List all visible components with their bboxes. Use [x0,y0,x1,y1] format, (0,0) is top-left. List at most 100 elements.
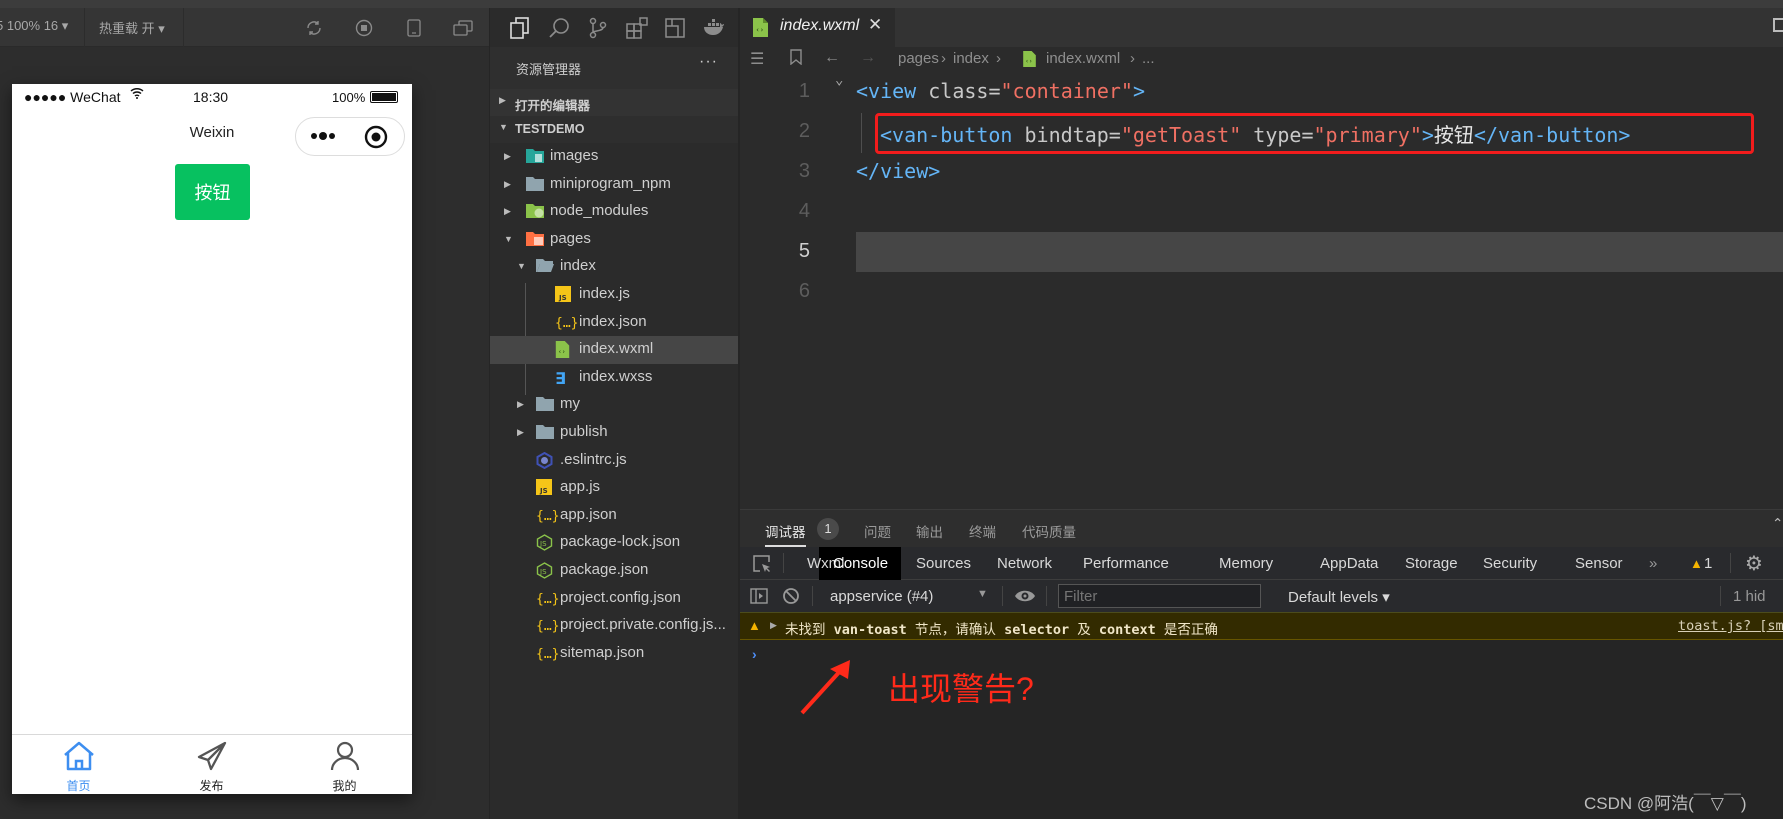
source-link[interactable]: toast.js? [sm [1678,618,1783,634]
tab-code-quality[interactable]: 代码质量 [1022,521,1076,541]
code-line[interactable]: 6 [740,272,1783,312]
tree-folder[interactable]: ▼ index [490,253,739,281]
back-arrow-icon[interactable]: ← [824,49,840,67]
tree-file[interactable]: ‹› index.wxml [490,336,739,364]
code-line[interactable]: 5 [740,232,1783,272]
collapsed-arrow-icon[interactable]: ▶ [504,151,511,162]
devtools-tab-console[interactable]: Console [833,555,888,572]
expand-arrow-icon[interactable]: ▶ [770,620,777,631]
forward-arrow-icon[interactable]: → [860,49,876,67]
breadcrumb-item[interactable]: index.wxml [1046,50,1120,67]
tab-problems[interactable]: 问题 [864,521,891,541]
tree-folder[interactable]: ▶ node_modules [490,198,739,226]
code-line[interactable]: 3 </view> [740,152,1783,192]
collapsed-arrow-icon[interactable]: ▶ [504,206,511,217]
clear-console-icon[interactable] [782,587,800,610]
stop-icon[interactable] [353,17,375,39]
filter-input[interactable] [1058,584,1261,608]
breadcrumb-item[interactable]: ... [1142,50,1155,67]
expanded-arrow-icon[interactable]: ▼ [504,234,513,244]
bookmark-icon[interactable] [790,49,802,70]
search-icon[interactable] [547,16,571,40]
code-lines[interactable]: 1 ⌄ <view class="container"> 2 <van-button b… [740,72,1783,312]
devtools-tab-storage[interactable]: Storage [1405,555,1458,572]
devtools-tab-sensor[interactable]: Sensor [1575,555,1623,572]
tree-folder[interactable]: ▶ publish [490,419,739,447]
pages-folder-icon [526,231,544,248]
split-editor-icon[interactable] [1773,18,1783,32]
collapsed-arrow-icon[interactable]: ▶ [504,179,511,190]
tree-file[interactable]: {…} index.json [490,309,739,337]
breadcrumb-item[interactable]: index [953,50,989,67]
settings-gear-icon[interactable]: ⚙ [1745,551,1763,576]
tree-file[interactable]: {…} project.config.json [490,585,739,613]
tree-file[interactable]: ∃ index.wxss [490,364,739,392]
tree-file[interactable]: JS package-lock.json [490,529,739,557]
collapsed-arrow-icon: ▶ [499,95,506,105]
console-prompt[interactable]: › [752,646,757,662]
console-warning-row[interactable]: ▲ ▶ 未找到 van-toast 节点，请确认 selector 及 cont… [740,613,1783,640]
more-actions-button[interactable]: ··· [699,53,718,71]
code-line[interactable]: 4 [740,192,1783,232]
section-project[interactable]: ▼ TESTDEMO [490,116,739,143]
collapsed-arrow-icon[interactable]: ▶ [517,399,524,410]
editor-tab-index-wxml[interactable]: ‹› index.wxml ✕ [740,8,895,47]
more-dots-icon[interactable] [308,128,338,149]
activity-bar [490,8,739,47]
devtools-tab-security[interactable]: Security [1483,555,1537,572]
tree-file[interactable]: JS index.js [490,281,739,309]
svg-text:‹›: ‹› [558,349,566,356]
layout-icon[interactable] [663,16,687,40]
wxml-file-icon: ‹› [1023,51,1036,72]
tree-folder[interactable]: ▼ pages [490,226,739,254]
collapsed-arrow-icon[interactable]: ▶ [517,427,524,438]
docker-icon[interactable] [702,16,726,40]
devtools-tab-memory[interactable]: Memory [1219,555,1273,572]
context-select[interactable]: appservice (#4) [830,588,933,605]
tab-debugger[interactable]: 调试器 [765,521,806,541]
devtools-tab-network[interactable]: Network [997,555,1052,572]
context-dropdown-arrow-icon[interactable]: ▼ [977,588,988,600]
hot-reload-select[interactable]: 热重载 开 ▾ [99,18,165,37]
tree-folder[interactable]: ▶ miniprogram_npm [490,171,739,199]
device-zoom-select[interactable]: 5 100% 16 ▾ [0,18,68,34]
inspect-element-icon[interactable] [752,554,772,579]
breadcrumb-item[interactable]: pages [898,50,939,67]
source-control-icon[interactable] [586,16,610,40]
tree-folder[interactable]: ▶ my [490,391,739,419]
collapse-panel-icon[interactable]: ⌃ [1772,516,1783,532]
fold-chevron-icon[interactable]: ⌄ [835,72,843,88]
expanded-arrow-icon[interactable]: ▼ [517,261,526,271]
tree-file[interactable]: JS app.js [490,474,739,502]
tree-file[interactable]: JS package.json [490,557,739,585]
more-tabs-button[interactable]: » [1649,555,1657,572]
tab-mine[interactable]: 我的 [278,735,411,795]
log-levels-select[interactable]: Default levels ▾ [1288,588,1390,606]
tree-file[interactable]: .eslintrc.js [490,447,739,475]
tab-home[interactable]: 首页 [12,735,145,795]
live-expression-eye-icon[interactable] [1014,588,1036,609]
devtools-tab-appdata[interactable]: AppData [1320,555,1378,572]
explorer-icon[interactable] [508,16,532,40]
warning-count[interactable]: 1 [1704,555,1712,572]
code-line[interactable]: 1 ⌄ <view class="container"> [740,72,1783,112]
devtools-tab-performance[interactable]: Performance [1083,555,1169,572]
tab-output[interactable]: 输出 [916,521,943,541]
devtools-tab-sources[interactable]: Sources [916,555,971,572]
window-icon[interactable] [452,17,474,39]
tree-folder[interactable]: ▶ images [490,143,739,171]
phone-icon[interactable] [403,17,425,39]
section-open-editors[interactable]: ▶ 打开的编辑器 [490,89,739,116]
sidebar-toggle-icon[interactable] [750,588,768,609]
tree-file[interactable]: {…} project.private.config.js... [490,612,739,640]
tab-terminal[interactable]: 终端 [969,521,996,541]
tree-file[interactable]: {…} app.json [490,502,739,530]
refresh-icon[interactable] [303,17,325,39]
tab-publish[interactable]: 发布 [145,735,278,795]
close-miniprogram-icon[interactable] [364,125,388,154]
extensions-icon[interactable] [625,16,649,40]
tree-file[interactable]: {…} sitemap.json [490,640,739,668]
primary-button[interactable]: 按钮 [175,164,250,220]
outline-list-icon[interactable]: ☰ [750,49,764,69]
close-tab-icon[interactable]: ✕ [868,15,882,35]
